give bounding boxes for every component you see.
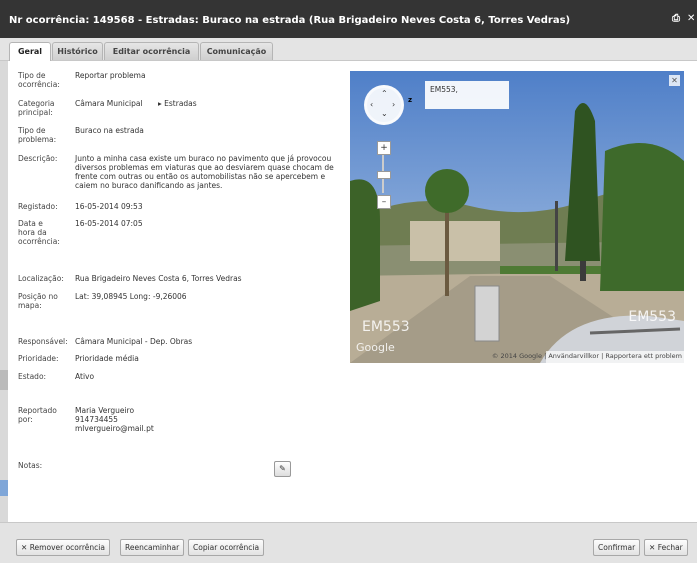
descricao-label: Descrição: bbox=[18, 154, 58, 163]
caret-right-icon: ▸ bbox=[158, 99, 162, 108]
subcategoria-value: Estradas bbox=[164, 99, 197, 108]
zoom-in-button[interactable]: + bbox=[377, 141, 391, 155]
street-view-map[interactable]: ⌃ ‹ › ⌄ z + – EM553, ✕ EM553 EM553 Googl… bbox=[350, 71, 684, 363]
report-problem-link[interactable]: Rapportera ett problem bbox=[605, 352, 682, 360]
road-label-left: EM553 bbox=[362, 319, 410, 335]
datahora-label: Data e hora da ocorrência: bbox=[18, 219, 60, 246]
terms-link[interactable]: Användarvillkor bbox=[548, 352, 599, 360]
tipo-label: Tipo de ocorrência: bbox=[18, 71, 60, 89]
descricao-line: diversos problemas em viaturas que ao de… bbox=[75, 163, 334, 172]
google-logo: Google bbox=[356, 341, 395, 354]
subcategoria: ▸ Estradas bbox=[158, 99, 197, 108]
map-close-icon[interactable]: ✕ bbox=[669, 75, 680, 86]
pan-down-icon[interactable]: ⌄ bbox=[381, 109, 388, 118]
print-icon[interactable]: ⎙ bbox=[672, 13, 680, 24]
background-fragment bbox=[0, 480, 8, 496]
registado-label: Registado: bbox=[18, 202, 58, 211]
dialog-title: Nr ocorrência: 149568 - Estradas: Buraco… bbox=[9, 15, 571, 26]
pan-left-icon[interactable]: ‹ bbox=[370, 100, 373, 109]
x-icon: ✕ bbox=[649, 543, 656, 552]
pencil-icon: ✎ bbox=[279, 464, 286, 473]
pan-control[interactable]: ⌃ ‹ › ⌄ bbox=[364, 85, 404, 125]
dialog-titlebar: Nr ocorrência: 149568 - Estradas: Buraco… bbox=[0, 0, 697, 38]
dialog-footer: ✕ Remover ocorrência Reencaminhar Copiar… bbox=[0, 522, 697, 563]
remove-button[interactable]: ✕ Remover ocorrência bbox=[16, 539, 110, 556]
pan-right-icon[interactable]: › bbox=[392, 100, 395, 109]
zoom-slider-handle[interactable] bbox=[377, 171, 391, 179]
localizacao-label: Localização: bbox=[18, 274, 64, 283]
close-button[interactable]: ✕ Fechar bbox=[644, 539, 688, 556]
posicao-label: Posição no mapa: bbox=[18, 292, 58, 310]
notas-label: Notas: bbox=[18, 461, 43, 470]
prioridade-value: Prioridade média bbox=[75, 354, 139, 363]
estado-label: Estado: bbox=[18, 372, 47, 381]
reportado-email: mlvergueiro@mail.pt bbox=[75, 424, 154, 433]
edit-notes-button[interactable]: ✎ bbox=[274, 461, 291, 477]
tab-geral[interactable]: Geral bbox=[9, 42, 51, 61]
tab-historico[interactable]: Histórico bbox=[52, 42, 103, 60]
map-attribution: © 2014 Google | Användarvillkor | Rappor… bbox=[491, 352, 682, 360]
address-text: EM553, bbox=[430, 85, 458, 94]
close-icon[interactable]: ✕ bbox=[687, 13, 695, 24]
responsavel-label: Responsável: bbox=[18, 337, 68, 346]
confirm-button[interactable]: Confirmar bbox=[593, 539, 641, 556]
tab-editar-ocorrencia[interactable]: Editar ocorrência bbox=[104, 42, 199, 60]
estado-value: Ativo bbox=[75, 372, 95, 381]
localizacao-value: Rua Brigadeiro Neves Costa 6, Torres Ved… bbox=[75, 274, 242, 283]
remove-button-label: Remover ocorrência bbox=[29, 543, 105, 552]
reportado-phone: 914734455 bbox=[75, 415, 118, 424]
tab-comunicacao[interactable]: Comunicação bbox=[200, 42, 273, 60]
reportado-name: Maria Vergueiro bbox=[75, 406, 135, 415]
copyright-text: © 2014 Google bbox=[491, 352, 542, 360]
datahora-value: 16-05-2014 07:05 bbox=[75, 219, 143, 228]
reportado-label: Reportado por: bbox=[18, 406, 57, 424]
tab-bar: Geral Histórico Editar ocorrência Comuni… bbox=[0, 38, 697, 61]
posicao-value: Lat: 39,08945 Long: -9,26006 bbox=[75, 292, 187, 301]
road-label-right: EM553 bbox=[628, 309, 676, 325]
categoria-label: Categoria principal: bbox=[18, 99, 55, 117]
x-icon: ✕ bbox=[21, 543, 28, 552]
pan-up-icon[interactable]: ⌃ bbox=[381, 89, 388, 98]
close-button-label: Fechar bbox=[657, 543, 683, 552]
reportado-value: Maria Vergueiro 914734455 mlvergueiro@ma… bbox=[75, 406, 154, 433]
categoria-value: Câmara Municipal bbox=[75, 99, 143, 108]
problema-value: Buraco na estrada bbox=[75, 126, 144, 135]
registado-value: 16-05-2014 09:53 bbox=[75, 202, 143, 211]
descricao-line: frente com outras ou então os automobili… bbox=[75, 172, 326, 181]
compass-north-icon: z bbox=[408, 96, 413, 104]
responsavel-value: Câmara Municipal - Dep. Obras bbox=[75, 337, 193, 346]
background-fragment bbox=[0, 370, 8, 390]
tipo-value: Reportar problema bbox=[75, 71, 146, 80]
descricao-value: Junto a minha casa existe um buraco no p… bbox=[75, 154, 345, 190]
forward-button[interactable]: Reencaminhar bbox=[120, 539, 185, 556]
details-panel: Tipo de ocorrência: Reportar problema Ca… bbox=[8, 61, 697, 522]
address-card: EM553, bbox=[425, 81, 509, 109]
problema-label: Tipo de problema: bbox=[18, 126, 57, 144]
descricao-line: caiem no buraco danificando as jantes. bbox=[75, 181, 223, 190]
prioridade-label: Prioridade: bbox=[18, 354, 59, 363]
copy-button[interactable]: Copiar ocorrência bbox=[188, 539, 265, 556]
descricao-line: Junto a minha casa existe um buraco no p… bbox=[75, 154, 332, 163]
zoom-out-button[interactable]: – bbox=[377, 195, 391, 209]
